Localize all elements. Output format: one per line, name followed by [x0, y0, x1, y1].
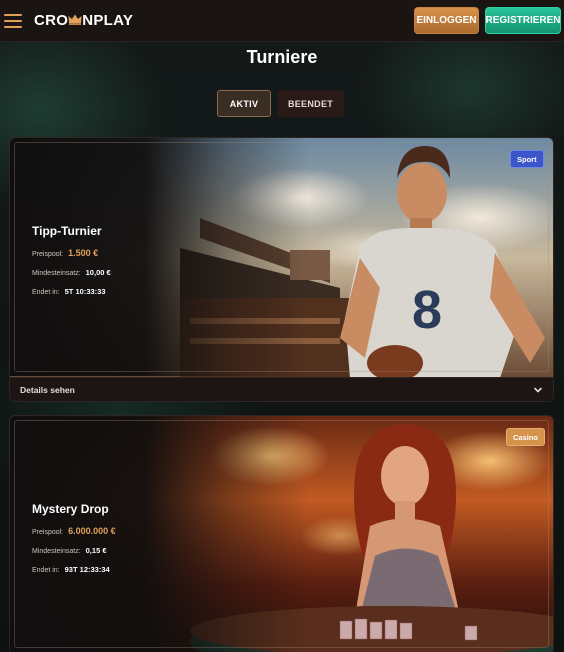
ends-in-row: Endet in: 93T 12:33:34 — [32, 565, 116, 574]
page-title: Turniere — [246, 47, 318, 67]
min-bet-value: 0,15 € — [85, 546, 107, 555]
min-bet-label: Mindesteinsatz: — [32, 548, 81, 555]
ends-in-value: 5T 10:33:33 — [64, 287, 106, 296]
crown-icon — [68, 14, 82, 25]
tournament-card-sport[interactable]: 8 Sport Tipp-Turnier Preispool: 1.500 € … — [9, 137, 554, 402]
login-button[interactable]: EINLOGGEN — [414, 7, 479, 34]
register-button[interactable]: REGISTRIEREN — [485, 7, 561, 34]
chevron-down-icon — [534, 387, 542, 393]
details-toggle[interactable]: Details sehen — [10, 377, 553, 401]
prize-pool-row: Preispool: 6.000.000 € — [32, 526, 116, 536]
logo-text-start: CRO — [34, 12, 69, 29]
prize-pool-value: 6.000.000 € — [68, 526, 116, 536]
prize-pool-label: Preispool: — [32, 529, 64, 536]
card-info: Mystery Drop Preispool: 6.000.000 € Mind… — [32, 502, 116, 584]
ends-in-value: 93T 12:33:34 — [64, 565, 110, 574]
logo-text-end: NPLAY — [82, 12, 134, 29]
tournament-title: Tipp-Turnier — [32, 224, 102, 238]
prize-pool-row: Preispool: 1.500 € — [32, 248, 111, 258]
hamburger-menu-icon[interactable] — [4, 13, 22, 28]
tab-active[interactable]: AKTIV — [217, 90, 271, 117]
category-badge-sport: Sport — [510, 150, 544, 168]
top-header: CRO NPLAY EINLOGGEN REGISTRIEREN — [0, 0, 564, 42]
category-badge-casino: Casino — [506, 428, 546, 446]
tab-finished[interactable]: BEENDET — [277, 90, 344, 117]
min-bet-row: Mindesteinsatz: 0,15 € — [32, 546, 116, 555]
prize-pool-value: 1.500 € — [68, 248, 99, 258]
tournament-tabs: AKTIV BEENDET — [217, 90, 344, 117]
prize-pool-label: Preispool: — [32, 251, 64, 258]
ends-in-row: Endet in: 5T 10:33:33 — [32, 287, 111, 296]
card-info: Tipp-Turnier Preispool: 1.500 € Mindeste… — [32, 224, 111, 306]
details-label: Details sehen — [20, 385, 75, 395]
tournament-card-casino[interactable]: Casino Mystery Drop Preispool: 6.000.000… — [9, 415, 554, 652]
ends-in-label: Endet in: — [32, 567, 60, 574]
min-bet-value: 10,00 € — [85, 268, 111, 277]
ends-in-label: Endet in: — [32, 289, 60, 296]
min-bet-label: Mindesteinsatz: — [32, 270, 81, 277]
min-bet-row: Mindesteinsatz: 10,00 € — [32, 268, 111, 277]
crownplay-logo[interactable]: CRO NPLAY — [34, 12, 133, 29]
tournament-title: Mystery Drop — [32, 502, 109, 516]
